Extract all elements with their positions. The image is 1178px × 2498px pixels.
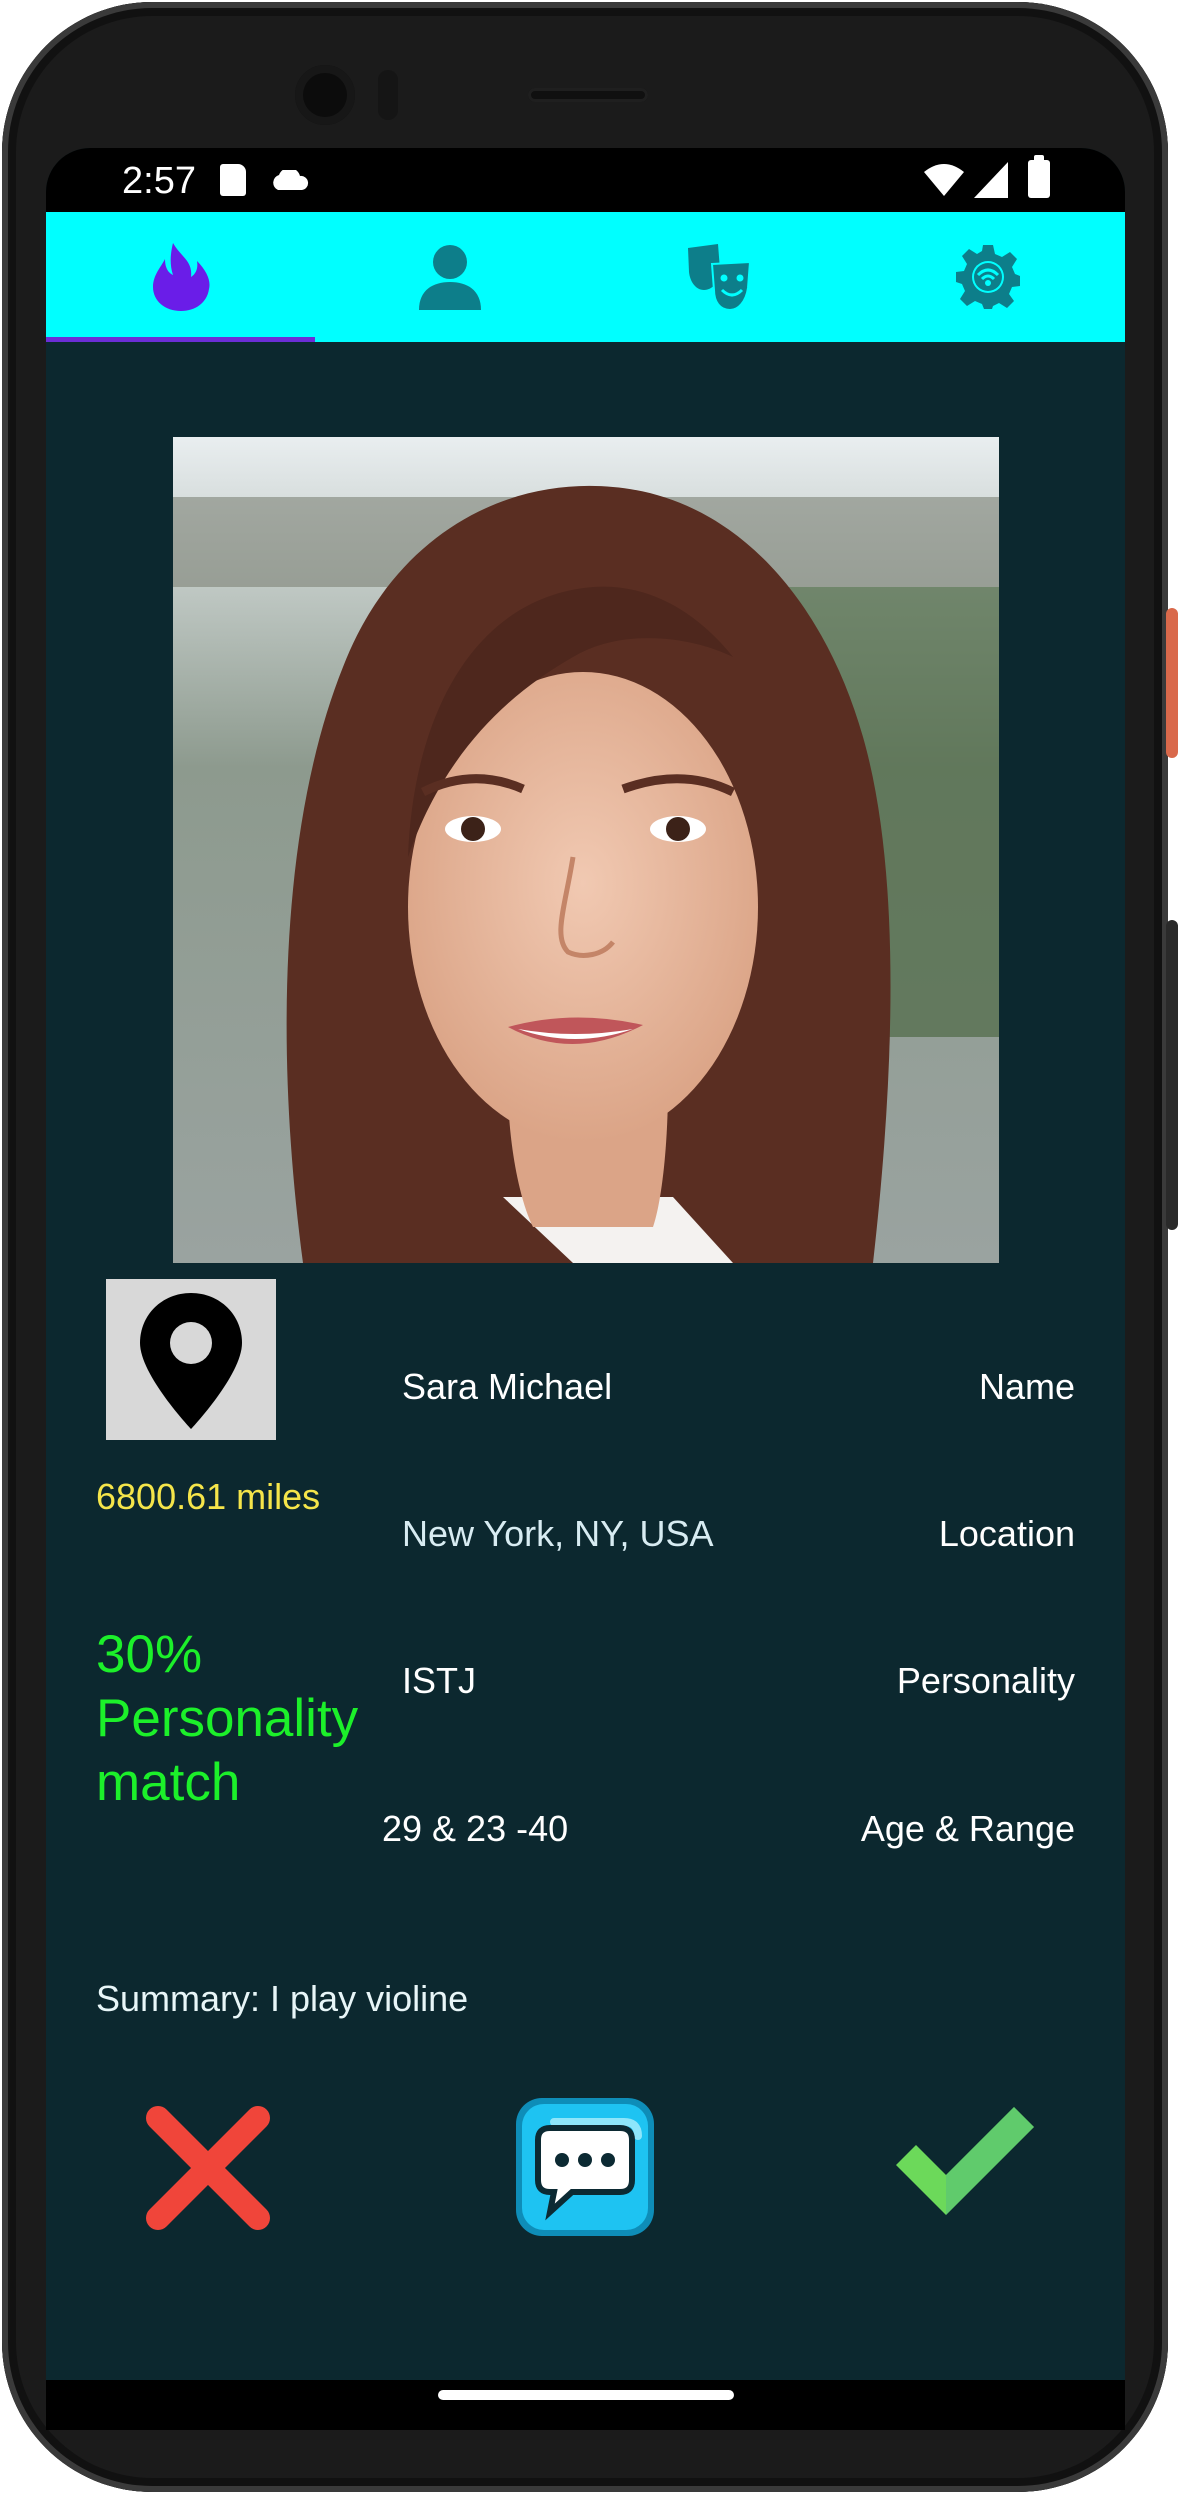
name-label: Name: [978, 1366, 1075, 1407]
checkmark-icon: [896, 2107, 1034, 2215]
age-range-label: Age & Range: [860, 1808, 1075, 1849]
message-button[interactable]: [514, 2096, 656, 2243]
profile-photo[interactable]: [173, 437, 999, 1263]
location-label: Location: [938, 1513, 1075, 1554]
front-camera: [295, 65, 355, 125]
tab-discover[interactable]: [46, 212, 315, 342]
proximity-sensor: [378, 70, 398, 120]
person-icon: [418, 245, 481, 310]
status-time: 2:57: [122, 160, 196, 202]
tab-settings[interactable]: [853, 212, 1122, 342]
location-pin-icon: [140, 1293, 242, 1429]
earpiece-speaker: [528, 88, 648, 102]
settings-gear-icon: [955, 245, 1020, 309]
cell-signal-icon: [974, 162, 1008, 198]
volume-button: [1166, 920, 1178, 1230]
chat-bubble-icon: [516, 2098, 654, 2236]
home-indicator[interactable]: [438, 2390, 734, 2400]
sd-card-icon: [220, 164, 246, 196]
personality-label: Personality: [896, 1660, 1075, 1701]
wifi-icon: [924, 164, 964, 196]
location-pin-box: [106, 1279, 276, 1440]
x-icon: [146, 2106, 270, 2230]
theater-masks-icon: [687, 244, 751, 310]
tab-profile[interactable]: [315, 212, 584, 342]
app-screen: 2:57 6800.61 miles 30% Personality match…: [46, 148, 1125, 2380]
battery-icon: [1028, 155, 1050, 198]
navigation-bar: [46, 2380, 1125, 2430]
reject-button[interactable]: [138, 2098, 278, 2243]
active-tab-indicator: [46, 337, 315, 342]
flame-icon: [152, 243, 209, 311]
tab-bar: [46, 212, 1125, 342]
cloud-icon: [273, 170, 309, 190]
status-bar: 2:57: [46, 148, 1125, 212]
location-value: New York, NY, USA: [402, 1513, 714, 1554]
summary-text: Summary: I play violine: [96, 1978, 469, 2019]
like-button[interactable]: [890, 2103, 1040, 2228]
personality-match: 30% Personality match: [96, 1625, 359, 1812]
name-value: Sara Michael: [402, 1366, 613, 1407]
age-range-value: 29 & 23 -40: [382, 1808, 569, 1849]
personality-value: ISTJ: [402, 1660, 477, 1701]
distance-label: 6800.61 miles: [96, 1476, 321, 1517]
tab-personality[interactable]: [584, 212, 853, 342]
power-button: [1166, 608, 1178, 758]
